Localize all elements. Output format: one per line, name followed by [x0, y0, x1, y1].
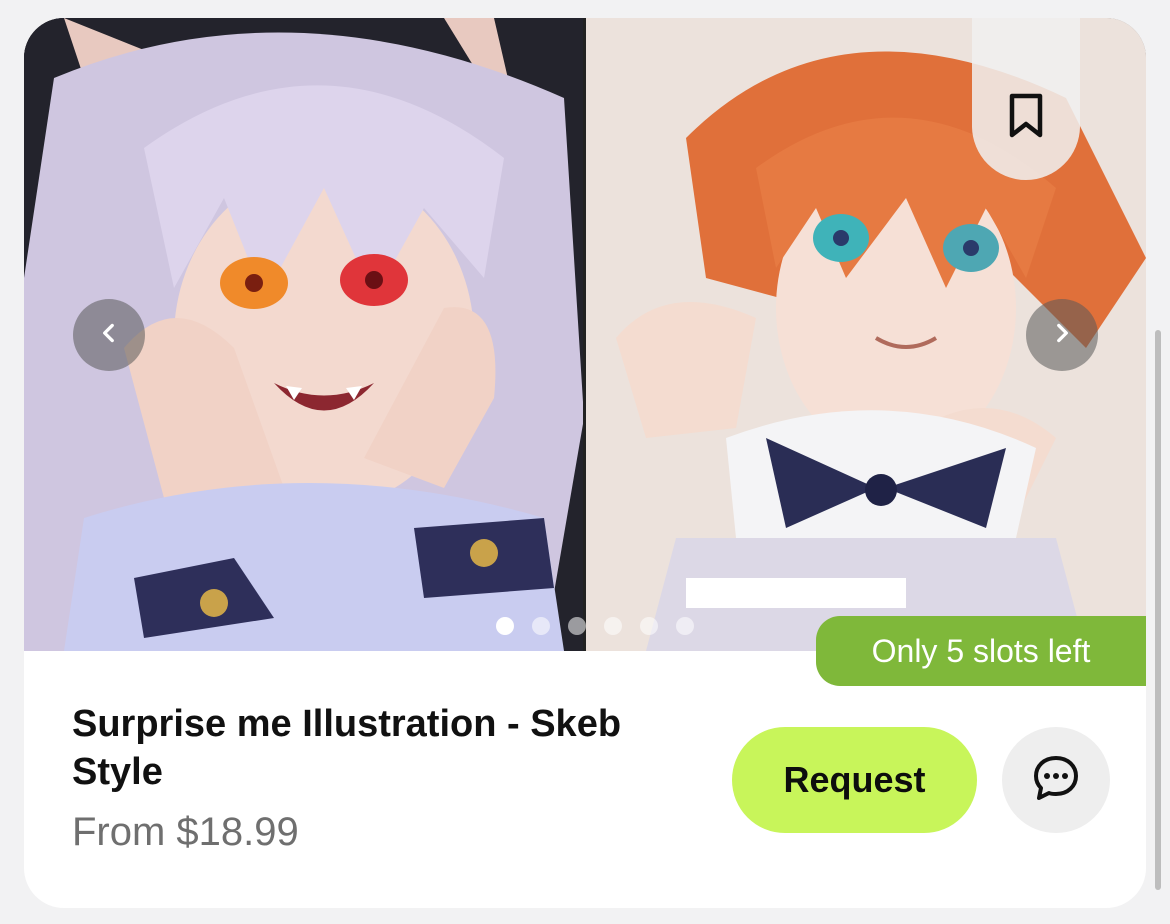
request-button[interactable]: Request	[732, 727, 977, 833]
listing-title: Surprise me Illustration - Skeb Style	[72, 703, 622, 793]
pagination-dot-active[interactable]	[496, 617, 514, 635]
pagination-dot[interactable]	[604, 617, 622, 635]
chevron-left-icon	[96, 320, 122, 351]
chat-bubble-icon	[1030, 752, 1082, 809]
pagination-dot[interactable]	[640, 617, 658, 635]
chevron-right-icon	[1049, 320, 1075, 351]
carousel-prev-button[interactable]	[73, 299, 145, 371]
pagination-dot[interactable]	[676, 617, 694, 635]
pagination-dot[interactable]	[532, 617, 550, 635]
message-button[interactable]	[1002, 727, 1110, 833]
carousel-pagination	[496, 617, 694, 635]
listing-card[interactable]: Only 5 slots left Surprise me Illustrati…	[24, 18, 1146, 908]
carousel-next-button[interactable]	[1026, 299, 1098, 371]
pagination-dot[interactable]	[568, 617, 586, 635]
bookmark-icon	[1007, 93, 1045, 180]
bookmark-button[interactable]	[972, 18, 1080, 180]
image-carousel[interactable]	[24, 18, 1146, 651]
listing-price: From $18.99	[72, 810, 299, 854]
page-scrollbar[interactable]	[1155, 330, 1161, 890]
slots-remaining-badge: Only 5 slots left	[816, 616, 1146, 686]
